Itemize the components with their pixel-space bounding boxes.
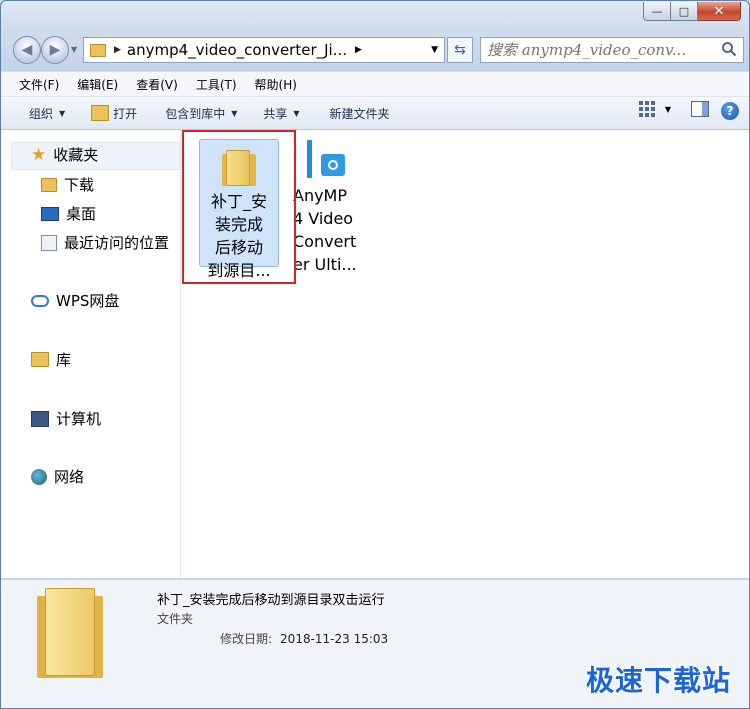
maximize-icon: □	[678, 4, 690, 18]
back-button[interactable]: ◀	[13, 36, 41, 64]
watermark-logo: 极速下载站	[585, 664, 731, 697]
nav-wps-cloud[interactable]: WPS网盘	[31, 290, 119, 311]
open-button[interactable]: 打开	[85, 101, 143, 125]
nav-desktop-label: 桌面	[66, 205, 97, 223]
close-button[interactable]: ✕	[698, 2, 741, 21]
forward-button[interactable]: ▶	[41, 36, 69, 64]
star-icon: ★	[31, 144, 47, 165]
nav-downloads[interactable]: 下载	[41, 174, 94, 195]
new-folder-button[interactable]: 新建文件夹	[324, 101, 396, 125]
details-file-name: 补丁_安装完成后移动到源目录双击运行	[157, 593, 385, 608]
nav-computer-label: 计算机	[56, 410, 102, 428]
view-dropdown-icon[interactable]: ▼	[665, 105, 671, 114]
recent-pages-dropdown-icon[interactable]: ▼	[71, 45, 77, 54]
file-item-label: AnyMP 4 Video Convert er Ulti...	[293, 184, 363, 276]
cloud-icon	[31, 294, 49, 307]
large-folder-icon	[37, 588, 107, 678]
new-folder-label: 新建文件夹	[329, 106, 390, 121]
folder-icon	[41, 177, 57, 192]
maximize-button[interactable]: □	[671, 2, 698, 21]
explorer-window: — □ ✕ ◀ ▶ ▼ ▶ anymp4_video_converter_Ji.…	[0, 0, 750, 709]
address-bar[interactable]: ▶ anymp4_video_converter_Ji... ▶ ▼	[83, 37, 445, 63]
organize-button[interactable]: 组织 ▼	[23, 101, 71, 125]
search-input[interactable]	[485, 40, 717, 60]
recent-places-icon	[41, 234, 57, 251]
refresh-icon: ⇆	[454, 42, 466, 58]
details-modified: 修改日期: 2018-11-23 15:03	[220, 630, 388, 647]
anymp4-app-icon	[307, 140, 347, 178]
menu-edit[interactable]: 编辑(E)	[77, 76, 118, 93]
nav-favorites-label: 收藏夹	[53, 146, 99, 164]
computer-icon	[31, 410, 49, 427]
include-in-library-button[interactable]: 包含到库中 ▼	[159, 101, 243, 125]
share-button[interactable]: 共享 ▼	[257, 101, 305, 125]
include-in-library-label: 包含到库中	[165, 106, 226, 121]
label-line: er Ulti...	[293, 255, 357, 274]
nav-network[interactable]: 网络	[31, 466, 84, 487]
open-folder-icon	[91, 105, 110, 121]
minimize-button[interactable]: —	[643, 2, 671, 21]
nav-recent-places[interactable]: 最近访问的位置	[41, 232, 169, 253]
network-icon	[31, 468, 47, 485]
details-modified-value: 2018-11-23 15:03	[280, 632, 389, 646]
search-icon[interactable]	[721, 41, 737, 57]
nav-computer[interactable]: 计算机	[31, 408, 101, 429]
address-dropdown-icon[interactable]: ▼	[431, 45, 438, 55]
menu-help[interactable]: 帮助(H)	[255, 76, 297, 93]
details-file-type: 文件夹	[157, 612, 194, 626]
details-pane: 补丁_安装完成后移动到源目录双击运行 文件夹 修改日期: 2018-11-23 1…	[1, 579, 749, 708]
menu-file[interactable]: 文件(F)	[19, 76, 59, 93]
chevron-down-icon: ▼	[293, 108, 300, 118]
nav-library[interactable]: 库	[31, 349, 71, 370]
help-icon[interactable]: ?	[721, 102, 739, 120]
nav-library-label: 库	[56, 351, 72, 369]
nav-favorites[interactable]: ★ 收藏夹	[31, 144, 98, 165]
navigation-row: ◀ ▶ ▼ ▶ anymp4_video_converter_Ji... ▶ ▼…	[1, 33, 749, 67]
search-box[interactable]	[480, 37, 744, 63]
minimize-icon: —	[651, 4, 663, 18]
label-line: AnyMP	[293, 186, 348, 205]
address-path[interactable]: anymp4_video_converter_Ji...	[127, 41, 347, 59]
details-modified-label: 修改日期:	[220, 632, 273, 646]
chevron-down-icon: ▼	[59, 108, 66, 118]
organize-label: 组织	[29, 106, 54, 121]
refresh-button[interactable]: ⇆	[447, 37, 473, 63]
menu-view[interactable]: 查看(V)	[136, 76, 178, 93]
caption-buttons: — □ ✕	[643, 2, 741, 21]
menu-tools[interactable]: 工具(T)	[196, 76, 237, 93]
close-icon: ✕	[713, 3, 725, 19]
folder-icon	[90, 43, 106, 57]
back-arrow-icon: ◀	[21, 42, 33, 58]
nav-network-label: 网络	[54, 468, 85, 486]
open-label: 打开	[113, 106, 138, 121]
view-grid-icon[interactable]	[638, 101, 655, 117]
library-icon	[31, 352, 49, 367]
breadcrumb-chevron-icon[interactable]: ▶	[355, 45, 362, 55]
nav-recent-label: 最近访问的位置	[64, 234, 170, 252]
file-item-anymp4-app[interactable]: AnyMP 4 Video Convert er Ulti...	[293, 138, 363, 276]
nav-wps-label: WPS网盘	[56, 292, 120, 310]
command-bar: 组织 ▼ 打开 包含到库中 ▼ 共享 ▼ 新建文件夹 ▼ ?	[1, 97, 749, 130]
share-label: 共享	[263, 106, 288, 121]
view-controls: ▼	[638, 101, 709, 117]
forward-arrow-icon: ▶	[49, 42, 61, 58]
label-line: Convert	[293, 232, 357, 251]
breadcrumb-chevron-icon[interactable]: ▶	[114, 45, 121, 55]
desktop-icon	[41, 206, 59, 221]
navigation-pane: ★ 收藏夹 下载 桌面 最近访问的位置 WPS网盘 库 计算机 网络	[1, 130, 181, 578]
nav-desktop[interactable]: 桌面	[41, 203, 96, 224]
preview-pane-icon[interactable]	[691, 101, 709, 117]
highlight-box	[182, 130, 296, 284]
menu-bar: 文件(F) 编辑(E) 查看(V) 工具(T) 帮助(H)	[1, 71, 749, 97]
nav-downloads-label: 下载	[64, 176, 95, 194]
label-line: 4 Video	[293, 209, 354, 228]
chevron-down-icon: ▼	[231, 108, 238, 118]
